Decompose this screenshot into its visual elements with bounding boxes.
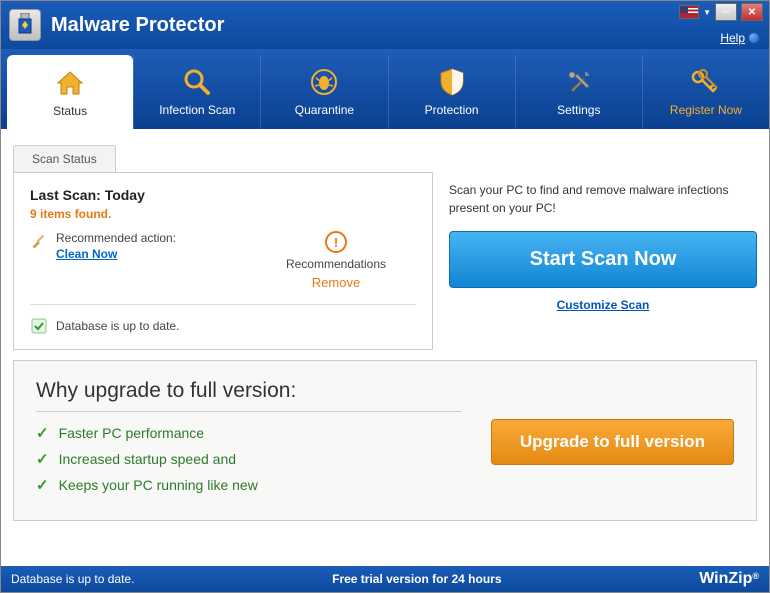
clean-now-link[interactable]: Clean Now <box>56 247 117 261</box>
minimize-button[interactable]: ─ <box>715 3 737 21</box>
check-icon: ✓ <box>36 450 49 468</box>
bug-icon <box>310 67 338 97</box>
benefit-item: ✓ Faster PC performance <box>36 424 461 442</box>
alert-icon: ! <box>325 231 347 253</box>
benefit-item: ✓ Keeps your PC running like new <box>36 476 461 494</box>
statusbar-db-status: Database is up to date. <box>11 572 134 586</box>
recommended-action-label: Recommended action: <box>56 231 176 245</box>
close-button[interactable]: ✕ <box>741 3 763 21</box>
recommended-action-block: Recommended action: Clean Now <box>30 231 256 263</box>
brush-icon <box>30 231 48 249</box>
recommendations-block: ! Recommendations Remove <box>256 231 416 290</box>
tab-bar: Status Infection Scan Quarantine Protect… <box>1 49 769 129</box>
tab-infection-scan[interactable]: Infection Scan <box>133 55 260 129</box>
tab-status[interactable]: Status <box>7 55 133 130</box>
tab-label: Status <box>53 104 87 118</box>
scan-status-box: Last Scan: Today 9 items found. Recommen… <box>13 172 433 350</box>
app-logo-icon <box>9 9 41 41</box>
shield-icon <box>439 67 465 97</box>
last-scan-label: Last Scan: Today <box>30 187 416 203</box>
database-status-label: Database is up to date. <box>56 319 179 333</box>
benefit-item: ✓ Increased startup speed and <box>36 450 461 468</box>
items-found-label: 9 items found. <box>30 207 416 221</box>
statusbar-trial-text: Free trial version for 24 hours <box>332 572 501 586</box>
app-window: Malware Protector ▼ ─ ✕ Help Status Infe… <box>0 0 770 593</box>
database-status-row: Database is up to date. <box>30 317 416 335</box>
tab-quarantine[interactable]: Quarantine <box>260 55 387 129</box>
tab-label: Register Now <box>670 103 742 117</box>
upgrade-box: Why upgrade to full version: ✓ Faster PC… <box>13 360 757 521</box>
top-row: Scan Status Last Scan: Today 9 items fou… <box>13 145 757 350</box>
language-dropdown-icon[interactable]: ▼ <box>703 8 711 17</box>
help-bullet-icon[interactable] <box>749 33 759 43</box>
title-bar: Malware Protector ▼ ─ ✕ Help <box>1 1 769 49</box>
benefit-text: Faster PC performance <box>59 425 205 441</box>
upgrade-left: Why upgrade to full version: ✓ Faster PC… <box>36 379 461 502</box>
start-scan-button[interactable]: Start Scan Now <box>449 231 757 288</box>
magnifier-icon <box>183 67 211 97</box>
help-link[interactable]: Help <box>720 31 745 45</box>
benefit-text: Increased startup speed and <box>59 451 236 467</box>
tab-label: Quarantine <box>295 103 354 117</box>
tab-label: Infection Scan <box>159 103 235 117</box>
statusbar-brand: WinZip® <box>699 570 759 588</box>
app-title: Malware Protector <box>51 14 224 37</box>
tab-register-now[interactable]: Register Now <box>642 55 769 129</box>
tab-label: Settings <box>557 103 600 117</box>
database-ok-icon <box>30 317 48 335</box>
scan-status-tab[interactable]: Scan Status <box>13 145 116 172</box>
tab-label: Protection <box>425 103 479 117</box>
tab-protection[interactable]: Protection <box>388 55 515 129</box>
scan-prompt-text: Scan your PC to find and remove malware … <box>449 181 757 217</box>
check-icon: ✓ <box>36 424 49 442</box>
action-panel: Scan your PC to find and remove malware … <box>449 145 757 350</box>
upgrade-button[interactable]: Upgrade to full version <box>491 419 734 465</box>
status-bar: Database is up to date. Free trial versi… <box>1 566 769 592</box>
registered-mark-icon: ® <box>752 571 759 581</box>
recommendations-title: Recommendations <box>256 257 416 271</box>
window-controls: ▼ ─ ✕ <box>679 3 763 21</box>
check-icon: ✓ <box>36 476 49 494</box>
language-flag-icon[interactable] <box>679 5 699 19</box>
benefit-text: Keeps your PC running like new <box>59 477 258 493</box>
home-icon <box>55 68 85 98</box>
tools-icon <box>565 67 593 97</box>
upgrade-title: Why upgrade to full version: <box>36 379 461 412</box>
recommendation-row: Recommended action: Clean Now ! Recommen… <box>30 231 416 305</box>
tab-settings[interactable]: Settings <box>515 55 642 129</box>
scan-status-panel: Scan Status Last Scan: Today 9 items fou… <box>13 145 433 350</box>
content-area: Scan Status Last Scan: Today 9 items fou… <box>1 129 769 566</box>
help-area: Help <box>720 31 759 45</box>
customize-scan-link[interactable]: Customize Scan <box>449 298 757 312</box>
keys-icon <box>691 67 721 97</box>
brand-text: WinZip <box>699 570 752 588</box>
remove-label: Remove <box>256 275 416 290</box>
